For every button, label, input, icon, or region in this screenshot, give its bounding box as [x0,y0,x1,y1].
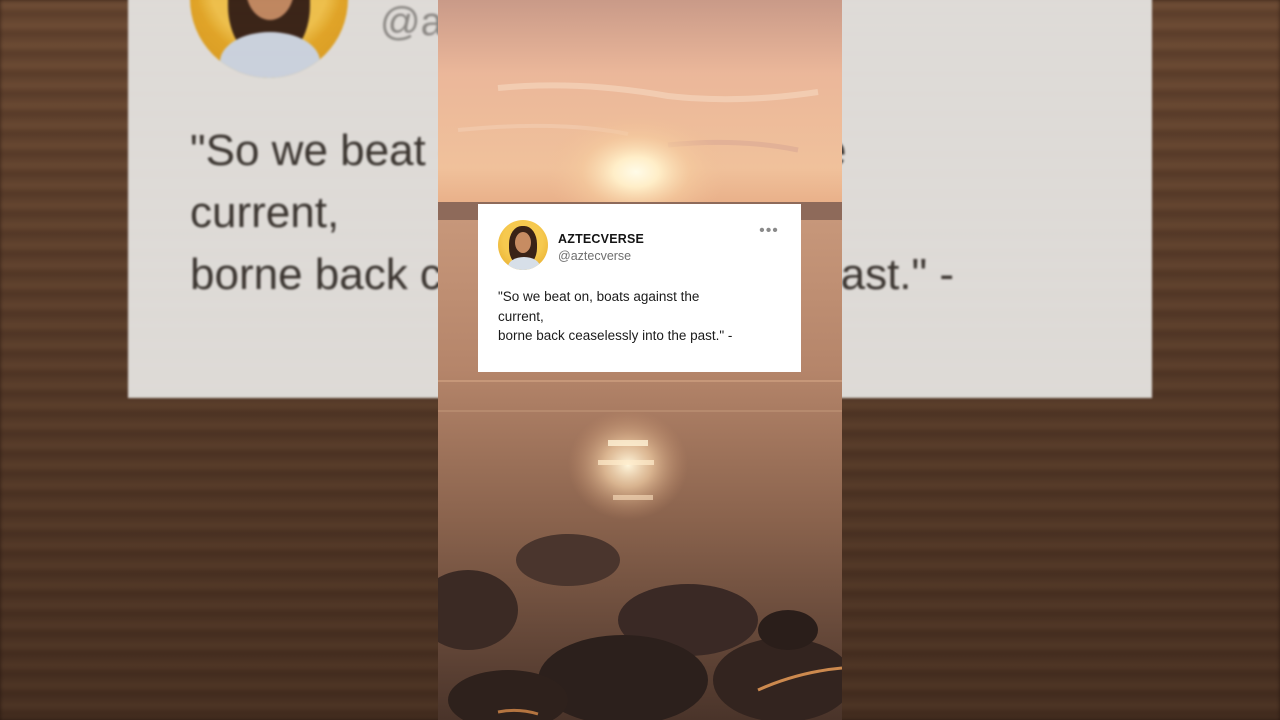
user-handle[interactable]: @aztecverse [558,249,631,263]
quote-post-card: AZTECVERSE @aztecverse ••• "So we beat o… [478,204,801,372]
blurred-handle: @a [380,0,443,44]
quote-text: "So we beat on, boats against the curren… [498,289,733,343]
blurred-avatar [190,0,348,78]
more-options-icon[interactable]: ••• [758,223,780,240]
display-name[interactable]: AZTECVERSE [558,232,644,246]
avatar[interactable] [498,220,548,270]
